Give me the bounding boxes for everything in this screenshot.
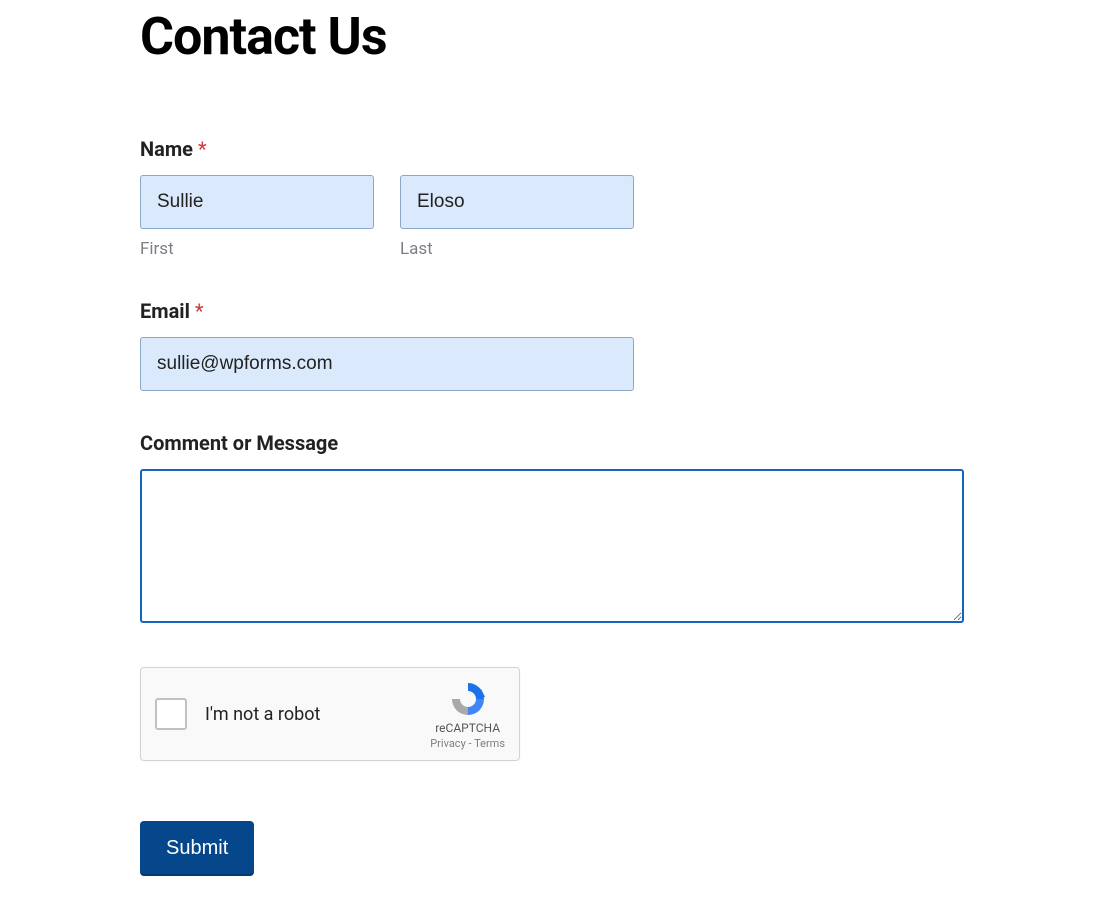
recaptcha-label: I'm not a robot — [205, 704, 430, 725]
contact-form: Name * First Last Email * Comment or Mes… — [140, 137, 976, 876]
submit-button[interactable]: Submit — [140, 821, 254, 876]
recaptcha-privacy-link[interactable]: Privacy — [430, 737, 466, 750]
name-label: Name * — [140, 137, 976, 161]
email-field-group: Email * — [140, 299, 976, 391]
email-input[interactable] — [140, 337, 634, 391]
message-textarea[interactable] — [140, 469, 964, 623]
message-label: Comment or Message — [140, 431, 976, 455]
page-title: Contact Us — [140, 6, 976, 67]
email-label-text: Email — [140, 299, 190, 323]
name-field-group: Name * First Last — [140, 137, 976, 259]
name-row: First Last — [140, 175, 976, 259]
first-name-input[interactable] — [140, 175, 374, 229]
recaptcha-widget: I'm not a robot reCAPTCHA Privacy - Term… — [140, 667, 520, 761]
first-name-sublabel: First — [140, 239, 374, 259]
recaptcha-terms-link[interactable]: Terms — [474, 737, 505, 750]
email-label: Email * — [140, 299, 976, 323]
first-name-col: First — [140, 175, 374, 259]
email-required-mark: * — [195, 299, 204, 323]
last-name-col: Last — [400, 175, 634, 259]
last-name-input[interactable] — [400, 175, 634, 229]
name-label-text: Name — [140, 137, 193, 161]
recaptcha-icon — [448, 679, 488, 719]
recaptcha-checkbox[interactable] — [155, 698, 187, 730]
recaptcha-links: Privacy - Terms — [430, 737, 505, 750]
recaptcha-brand: reCAPTCHA — [435, 721, 500, 735]
name-required-mark: * — [198, 137, 207, 161]
message-field-group: Comment or Message — [140, 431, 976, 627]
last-name-sublabel: Last — [400, 239, 634, 259]
recaptcha-separator: - — [466, 737, 474, 750]
recaptcha-right: reCAPTCHA Privacy - Terms — [430, 679, 505, 750]
